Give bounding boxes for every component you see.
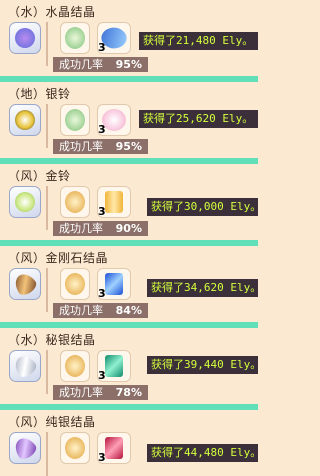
recipe-title: （风）纯银结晶 <box>8 415 96 429</box>
material-slot-1[interactable] <box>60 186 90 218</box>
material-slot-1[interactable] <box>60 432 90 464</box>
divider <box>46 186 48 230</box>
recipe-card-3: （风）金铃 3 成功几率 90% 获得了30,000 Ely。 <box>0 164 261 240</box>
crystal-icon <box>65 27 85 49</box>
crystal-icon <box>65 191 85 213</box>
recipe-title: （水）秘银结晶 <box>8 333 96 347</box>
material-slot-1[interactable] <box>60 22 90 54</box>
element-wind-icon <box>9 186 41 218</box>
divider <box>46 104 48 148</box>
rate-value: 84% <box>115 304 142 317</box>
rate-value: 78% <box>115 386 142 399</box>
crystal-icon <box>65 273 85 295</box>
recipe-card-5: （水）秘银结晶 3 成功几率 78% 获得了39,440 Ely。 <box>0 328 261 404</box>
material-count: 3 <box>98 369 106 382</box>
rate-label: 成功几率 <box>59 304 103 317</box>
divider <box>46 22 48 66</box>
material-count: 3 <box>98 287 106 300</box>
element-wind-icon <box>9 432 41 464</box>
material-count: 3 <box>98 41 106 54</box>
material-slot-1[interactable] <box>60 350 90 382</box>
element-earth-icon <box>9 104 41 136</box>
diamond-icon <box>105 273 123 295</box>
crystal-icon <box>65 437 85 459</box>
material-count: 3 <box>98 123 106 136</box>
success-rate: 成功几率 95% <box>53 57 148 72</box>
recipe-card-6: （风）纯银结晶 3 获得了44,480 Ely。 <box>0 410 261 476</box>
recipe-card-4: （风）金刚石结晶 3 成功几率 84% 获得了34,620 Ely。 <box>0 246 261 322</box>
success-rate: 成功几率 95% <box>53 139 148 154</box>
reward-message: 获得了25,620 Ely。 <box>139 110 258 128</box>
material-slot-1[interactable] <box>60 104 90 136</box>
material-count: 3 <box>98 451 106 464</box>
divider <box>46 350 48 394</box>
element-water-icon <box>9 22 41 54</box>
element-wind-icon <box>9 268 41 300</box>
crystal-icon <box>65 109 85 131</box>
recipe-title: （地）银铃 <box>8 87 71 101</box>
divider <box>46 268 48 312</box>
crystal-icon <box>65 355 85 377</box>
recipe-title: （风）金铃 <box>8 169 71 183</box>
rate-label: 成功几率 <box>59 140 103 153</box>
success-rate: 成功几率 78% <box>53 385 148 400</box>
recipe-title: （风）金刚石结晶 <box>8 251 109 265</box>
recipe-title: （水）水晶结晶 <box>8 5 96 19</box>
reward-message: 获得了21,480 Ely。 <box>139 32 258 50</box>
success-rate: 成功几率 90% <box>53 221 148 236</box>
recipe-card-2: （地）银铃 3 成功几率 95% 获得了25,620 Ely。 <box>0 82 258 158</box>
rate-value: 95% <box>115 140 142 153</box>
material-count: 3 <box>98 205 106 218</box>
recipe-card-1: （水）水晶结晶 3 成功几率 95% 获得了21,480 Ely。 <box>0 0 258 76</box>
rate-label: 成功几率 <box>59 222 103 235</box>
success-rate: 成功几率 84% <box>53 303 148 318</box>
material-slot-1[interactable] <box>60 268 90 300</box>
emerald-icon <box>105 355 123 377</box>
rate-value: 95% <box>115 58 142 71</box>
reward-message: 获得了44,480 Ely。 <box>147 444 261 462</box>
reward-message: 获得了34,620 Ely。 <box>147 279 261 297</box>
element-water-icon <box>9 350 41 382</box>
reward-message: 获得了30,000 Ely。 <box>147 198 261 216</box>
divider <box>46 432 48 476</box>
ruby-icon <box>105 437 123 459</box>
rate-label: 成功几率 <box>59 58 103 71</box>
reward-message: 获得了39,440 Ely。 <box>147 356 261 374</box>
rate-label: 成功几率 <box>59 386 103 399</box>
rate-value: 90% <box>115 222 142 235</box>
gold-bell-icon <box>105 191 123 213</box>
